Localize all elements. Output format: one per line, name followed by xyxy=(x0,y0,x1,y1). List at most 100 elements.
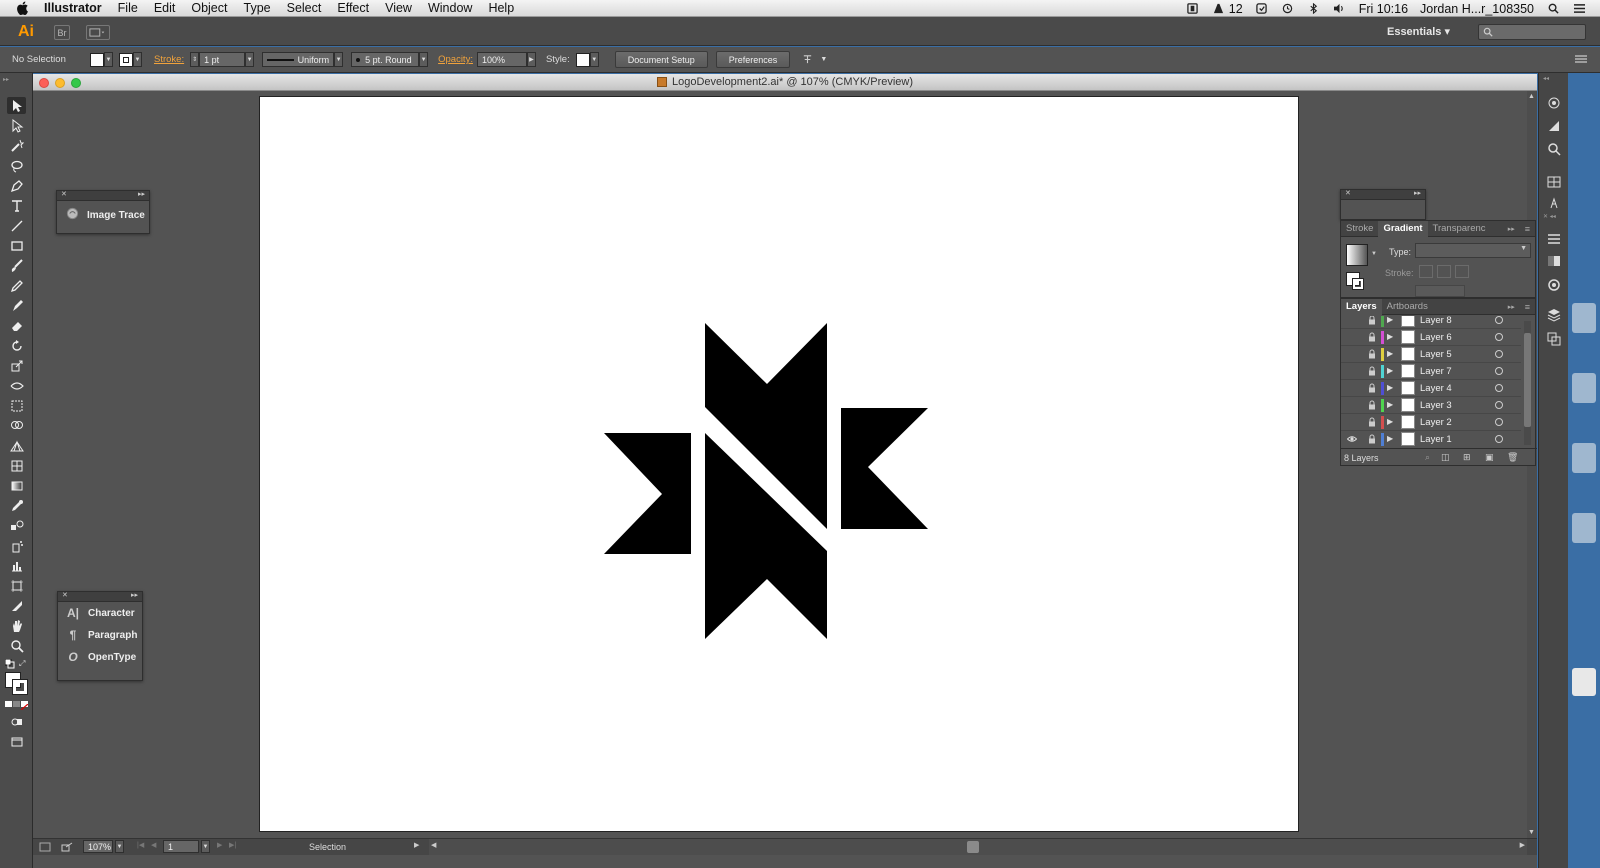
color-guide-icon[interactable] xyxy=(1546,95,1562,111)
expand-layer-arrow-icon[interactable]: ▶ xyxy=(1387,349,1393,358)
layer-row[interactable]: ▶ Layer 2 xyxy=(1341,414,1521,431)
none-mode-icon[interactable] xyxy=(20,701,29,711)
pencil-tool-icon[interactable] xyxy=(7,277,26,294)
swap-fill-stroke-icon[interactable]: ⤢ xyxy=(19,659,29,669)
visibility-eye-icon[interactable] xyxy=(1347,383,1357,393)
stroke-color-box[interactable] xyxy=(12,679,28,695)
eyedropper-tool-icon[interactable] xyxy=(7,497,26,514)
rectangle-tool-icon[interactable] xyxy=(7,237,26,254)
layer-name[interactable]: Layer 4 xyxy=(1420,383,1452,394)
variable-width-profile[interactable]: Uniform xyxy=(262,52,335,67)
logo-artwork[interactable] xyxy=(260,97,1300,833)
lock-icon[interactable] xyxy=(1367,400,1377,410)
stroke-within-icon[interactable] xyxy=(1419,265,1433,278)
visibility-eye-icon[interactable] xyxy=(1347,400,1357,410)
gradient-panel-icon[interactable] xyxy=(1546,253,1562,269)
artboard-tool-icon[interactable] xyxy=(7,577,26,594)
menu-type[interactable]: Type xyxy=(244,1,271,15)
create-new-layer-icon[interactable]: ▣ xyxy=(1485,452,1494,463)
time-machine-icon[interactable] xyxy=(1281,3,1295,15)
magic-wand-tool-icon[interactable] xyxy=(7,137,26,154)
desktop-file-icon[interactable] xyxy=(1572,303,1596,333)
opacity-field[interactable]: 100% xyxy=(476,52,527,67)
spotlight-search-icon[interactable] xyxy=(1546,3,1560,15)
align-panel-icon[interactable] xyxy=(1546,174,1562,190)
layers-scroll-thumb[interactable] xyxy=(1524,333,1531,427)
layer-name[interactable]: Layer 7 xyxy=(1420,366,1452,377)
layer-name[interactable]: Layer 2 xyxy=(1420,417,1452,428)
expand-layer-arrow-icon[interactable]: ▶ xyxy=(1387,383,1393,392)
gradient-preset-dropdown[interactable]: ▼ xyxy=(1371,251,1377,257)
gradient-angle-field[interactable] xyxy=(1415,285,1465,297)
profile-dropdown[interactable]: ▼ xyxy=(334,52,344,67)
graphic-style-swatch[interactable] xyxy=(575,52,590,67)
stroke-weight-dropdown[interactable]: ▼ xyxy=(245,52,255,67)
status-tool-label[interactable]: Selection xyxy=(309,842,346,852)
creative-cloud-icon[interactable] xyxy=(1255,3,1269,15)
layer-target-icon[interactable] xyxy=(1495,384,1503,392)
image-trace-item[interactable]: Image Trace xyxy=(57,201,149,229)
layer-target-icon[interactable] xyxy=(1495,401,1503,409)
desktop-file-icon[interactable] xyxy=(1572,373,1596,403)
go-to-bridge-button[interactable]: Br xyxy=(54,25,70,40)
visibility-eye-icon[interactable] xyxy=(1346,434,1358,444)
hand-tool-icon[interactable] xyxy=(7,617,26,634)
artboard-number-field[interactable]: 1 xyxy=(163,840,199,853)
arrange-documents-icon[interactable] xyxy=(86,25,110,40)
dock-group-collapse-icon[interactable]: ✕ ◂◂ xyxy=(1543,213,1556,220)
layer-row[interactable]: ▶ Layer 5 xyxy=(1341,346,1521,363)
menu-effect[interactable]: Effect xyxy=(337,1,369,15)
close-window-button[interactable] xyxy=(39,78,49,88)
shape-builder-tool-icon[interactable] xyxy=(7,417,26,434)
expand-panel-icon[interactable]: ▸▸ xyxy=(131,591,138,599)
layers-scrollbar[interactable] xyxy=(1524,321,1531,445)
opacity-label-link[interactable]: Opacity: xyxy=(438,54,473,65)
symbols-icon[interactable] xyxy=(1546,277,1562,293)
minimize-window-button[interactable] xyxy=(55,78,65,88)
layer-target-icon[interactable] xyxy=(1495,435,1503,443)
stroke-weight-stepper[interactable]: ⇕ xyxy=(190,52,200,67)
blob-brush-tool-icon[interactable] xyxy=(7,297,26,314)
visibility-eye-icon[interactable] xyxy=(1347,417,1357,427)
menu-object[interactable]: Object xyxy=(191,1,227,15)
selection-tool-icon[interactable] xyxy=(7,97,26,114)
paragraph-panel-item[interactable]: ¶ Paragraph xyxy=(58,624,142,646)
layer-row[interactable]: ▶ Layer 4 xyxy=(1341,380,1521,397)
tab-gradient[interactable]: Gradient xyxy=(1378,220,1428,237)
rotate-tool-icon[interactable] xyxy=(7,337,26,354)
scroll-up-arrow[interactable]: ▲ xyxy=(1528,93,1535,100)
menu-select[interactable]: Select xyxy=(287,1,322,15)
locate-object-icon[interactable]: ⌕ xyxy=(1425,452,1430,463)
lock-icon[interactable] xyxy=(1367,366,1377,376)
control-bar-menu-icon[interactable]: ▼ xyxy=(820,56,827,63)
blend-tool-icon[interactable] xyxy=(7,517,26,534)
close-panel-icon[interactable]: ✕ xyxy=(61,190,67,198)
color-mode-icon[interactable] xyxy=(5,701,12,707)
visibility-eye-icon[interactable] xyxy=(1347,366,1357,376)
expand-layer-arrow-icon[interactable]: ▶ xyxy=(1387,316,1393,324)
layer-name[interactable]: Layer 6 xyxy=(1420,332,1452,343)
layer-row[interactable]: ▶ Layer 7 xyxy=(1341,363,1521,380)
menu-view[interactable]: View xyxy=(385,1,412,15)
type-tool-icon[interactable] xyxy=(7,197,26,214)
tab-artboards[interactable]: Artboards xyxy=(1382,299,1433,315)
tab-stroke[interactable]: Stroke xyxy=(1341,221,1378,237)
menu-edit[interactable]: Edit xyxy=(154,1,176,15)
scroll-right-arrow[interactable]: ▶ xyxy=(1520,841,1525,849)
notification-center-icon[interactable] xyxy=(1572,3,1586,15)
line-segment-tool-icon[interactable] xyxy=(7,217,26,234)
panel-menu-icon[interactable]: ≡ xyxy=(1520,221,1535,237)
workspace-switcher[interactable]: Essentials ▾ xyxy=(1387,25,1450,38)
layer-target-icon[interactable] xyxy=(1495,367,1503,375)
expand-panel-icon[interactable]: ▸▸ xyxy=(138,190,145,198)
scroll-left-arrow[interactable]: ◀ xyxy=(431,841,436,849)
align-options-icon[interactable] xyxy=(800,53,814,67)
width-tool-icon[interactable] xyxy=(7,377,26,394)
share-icon[interactable] xyxy=(61,842,73,852)
layer-target-icon[interactable] xyxy=(1495,333,1503,341)
document-info-icon[interactable] xyxy=(1546,118,1562,134)
stroke-swatch[interactable] xyxy=(119,52,133,67)
tools-collapse-icon[interactable]: ▸▸ xyxy=(3,76,9,83)
status-menu-arrow[interactable]: ▶ xyxy=(414,841,419,849)
apple-icon[interactable] xyxy=(14,0,30,16)
